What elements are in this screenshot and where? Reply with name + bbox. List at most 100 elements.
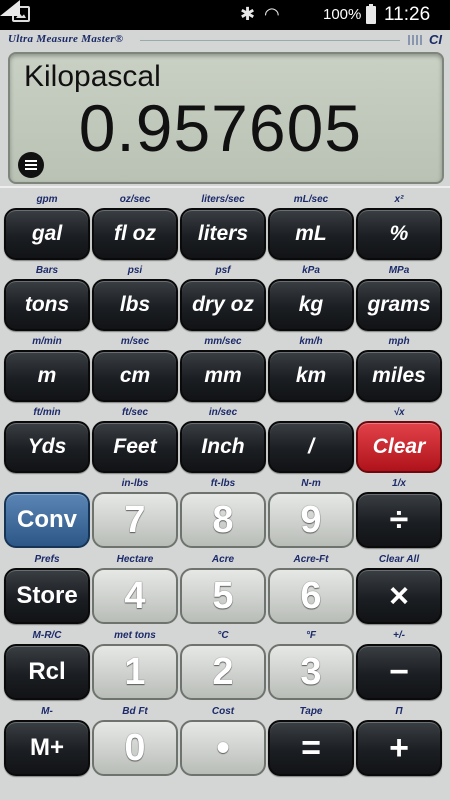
key-alt-label: Prefs	[34, 554, 60, 565]
ml-key[interactable]: mL	[268, 208, 354, 260]
key-alt-label: in/sec	[208, 407, 238, 418]
cm-key[interactable]: cm	[92, 350, 178, 402]
digit-3-key[interactable]: 3	[268, 644, 354, 700]
key-alt-label: M-R/C	[32, 630, 62, 641]
company-logo: CI	[429, 32, 442, 47]
inch-key[interactable]: Inch	[180, 421, 266, 473]
key-alt-label: Acre	[211, 554, 235, 565]
percent-key[interactable]: %	[356, 208, 442, 260]
key-alt-label: psi	[127, 265, 143, 276]
key-row-5: Conv in-lbs 7 ft-lbs 8 N-m 9 1/x ÷	[4, 476, 446, 552]
key-alt-label: mph	[388, 336, 410, 347]
clear-button[interactable]: Clear	[356, 421, 442, 473]
divider	[140, 40, 400, 41]
subtract-key[interactable]: −	[356, 644, 442, 700]
gal-key[interactable]: gal	[4, 208, 90, 260]
key-alt-label: Tape	[299, 706, 323, 717]
key-alt-label: Bd Ft	[122, 706, 148, 717]
key-alt-label: °F	[305, 630, 317, 641]
m-key[interactable]: m	[4, 350, 90, 402]
digit-8-key[interactable]: 8	[180, 492, 266, 548]
decimal-point-key[interactable]: •	[180, 720, 266, 776]
keypad: gpm gal oz/sec fl oz liters/sec liters mL/s…	[4, 192, 446, 780]
conv-button[interactable]: Conv	[4, 492, 90, 548]
lbs-key[interactable]: lbs	[92, 279, 178, 331]
digit-9-key[interactable]: 9	[268, 492, 354, 548]
signal-icon	[0, 0, 20, 16]
battery-icon	[366, 4, 376, 24]
clock: 11:26	[384, 4, 431, 25]
feet-key[interactable]: Feet	[92, 421, 178, 473]
key-alt-label: 1/x	[392, 478, 406, 489]
wifi-icon: ◠	[264, 4, 280, 24]
key-row-8: M- M+ Bd Ft 0 Cost • Tape = Π +	[4, 704, 446, 780]
battery-percentage: 100%	[323, 6, 362, 23]
dry-oz-key[interactable]: dry oz	[180, 279, 266, 331]
grams-key[interactable]: grams	[356, 279, 442, 331]
multiply-key[interactable]: ×	[356, 568, 442, 624]
key-alt-label: ft/min	[33, 407, 61, 418]
key-alt-label: Acre-Ft	[293, 554, 329, 565]
miles-key[interactable]: miles	[356, 350, 442, 402]
key-alt-label: in-lbs	[121, 478, 149, 489]
digit-0-key[interactable]: 0	[92, 720, 178, 776]
recall-button[interactable]: Rcl	[4, 644, 90, 700]
equals-key[interactable]: =	[268, 720, 354, 776]
calculator-display: Kilopascal 0.957605	[8, 52, 444, 184]
memory-plus-button[interactable]: M+	[4, 720, 90, 776]
key-alt-label: Bars	[35, 265, 59, 276]
store-button[interactable]: Store	[4, 568, 90, 624]
key-alt-label: kPa	[302, 265, 320, 276]
key-alt-label: m/min	[32, 336, 62, 347]
key-alt-label: MPa	[388, 265, 410, 276]
digit-7-key[interactable]: 7	[92, 492, 178, 548]
key-alt-label: ft/sec	[121, 407, 149, 418]
key-row-4: ft/min Yds ft/sec Feet in/sec Inch / √x Clea…	[4, 405, 446, 476]
key-alt-label: km/h	[299, 336, 323, 347]
key-alt-label: Π	[395, 706, 403, 717]
logo-mark-icon	[408, 35, 422, 45]
digit-6-key[interactable]: 6	[268, 568, 354, 624]
brand-title: Ultra Measure Master®	[8, 33, 124, 45]
key-alt-label: +/-	[393, 630, 405, 641]
display-value: 0.957605	[78, 91, 362, 165]
key-alt-label: Cost	[211, 706, 235, 717]
yds-key[interactable]: Yds	[4, 421, 90, 473]
fraction-key[interactable]: /	[268, 421, 354, 473]
key-alt-label: √x	[393, 407, 405, 418]
kg-key[interactable]: kg	[268, 279, 354, 331]
bluetooth-icon: ✱	[240, 4, 256, 24]
fl-oz-key[interactable]: fl oz	[92, 208, 178, 260]
unit-label: Kilopascal	[24, 60, 161, 93]
tons-key[interactable]: tons	[4, 279, 90, 331]
digit-2-key[interactable]: 2	[180, 644, 266, 700]
divide-key[interactable]: ÷	[356, 492, 442, 548]
status-bar: ✱ ◠ 100% 11:26	[0, 0, 450, 30]
key-row-2: Bars tons psi lbs psf dry oz kPa kg MPa grams	[4, 263, 446, 334]
key-alt-label: liters/sec	[201, 194, 245, 205]
digit-4-key[interactable]: 4	[92, 568, 178, 624]
key-alt-label: N-m	[301, 478, 321, 489]
key-row-1: gpm gal oz/sec fl oz liters/sec liters mL/s…	[4, 192, 446, 263]
key-alt-label: Clear All	[378, 554, 420, 565]
key-alt-label: mm/sec	[204, 336, 242, 347]
digit-5-key[interactable]: 5	[180, 568, 266, 624]
key-alt-label: psf	[215, 265, 231, 276]
menu-icon[interactable]	[18, 152, 44, 178]
divider	[0, 186, 450, 188]
key-row-3: m/min m m/sec cm mm/sec mm km/h km mph miles	[4, 334, 446, 405]
add-key[interactable]: +	[356, 720, 442, 776]
mm-key[interactable]: mm	[180, 350, 266, 402]
key-alt-label	[268, 405, 354, 421]
key-alt-label: Hectare	[116, 554, 154, 565]
key-alt-label: mL/sec	[293, 194, 329, 205]
key-alt-label: M-	[41, 706, 53, 717]
key-alt-label: gpm	[36, 194, 58, 205]
key-alt-label: ft-lbs	[210, 478, 236, 489]
key-alt-label: met tons	[114, 630, 156, 641]
brand-header: Ultra Measure Master® CI	[0, 30, 450, 50]
key-alt-label: °C	[217, 630, 229, 641]
km-key[interactable]: km	[268, 350, 354, 402]
digit-1-key[interactable]: 1	[92, 644, 178, 700]
liters-key[interactable]: liters	[180, 208, 266, 260]
